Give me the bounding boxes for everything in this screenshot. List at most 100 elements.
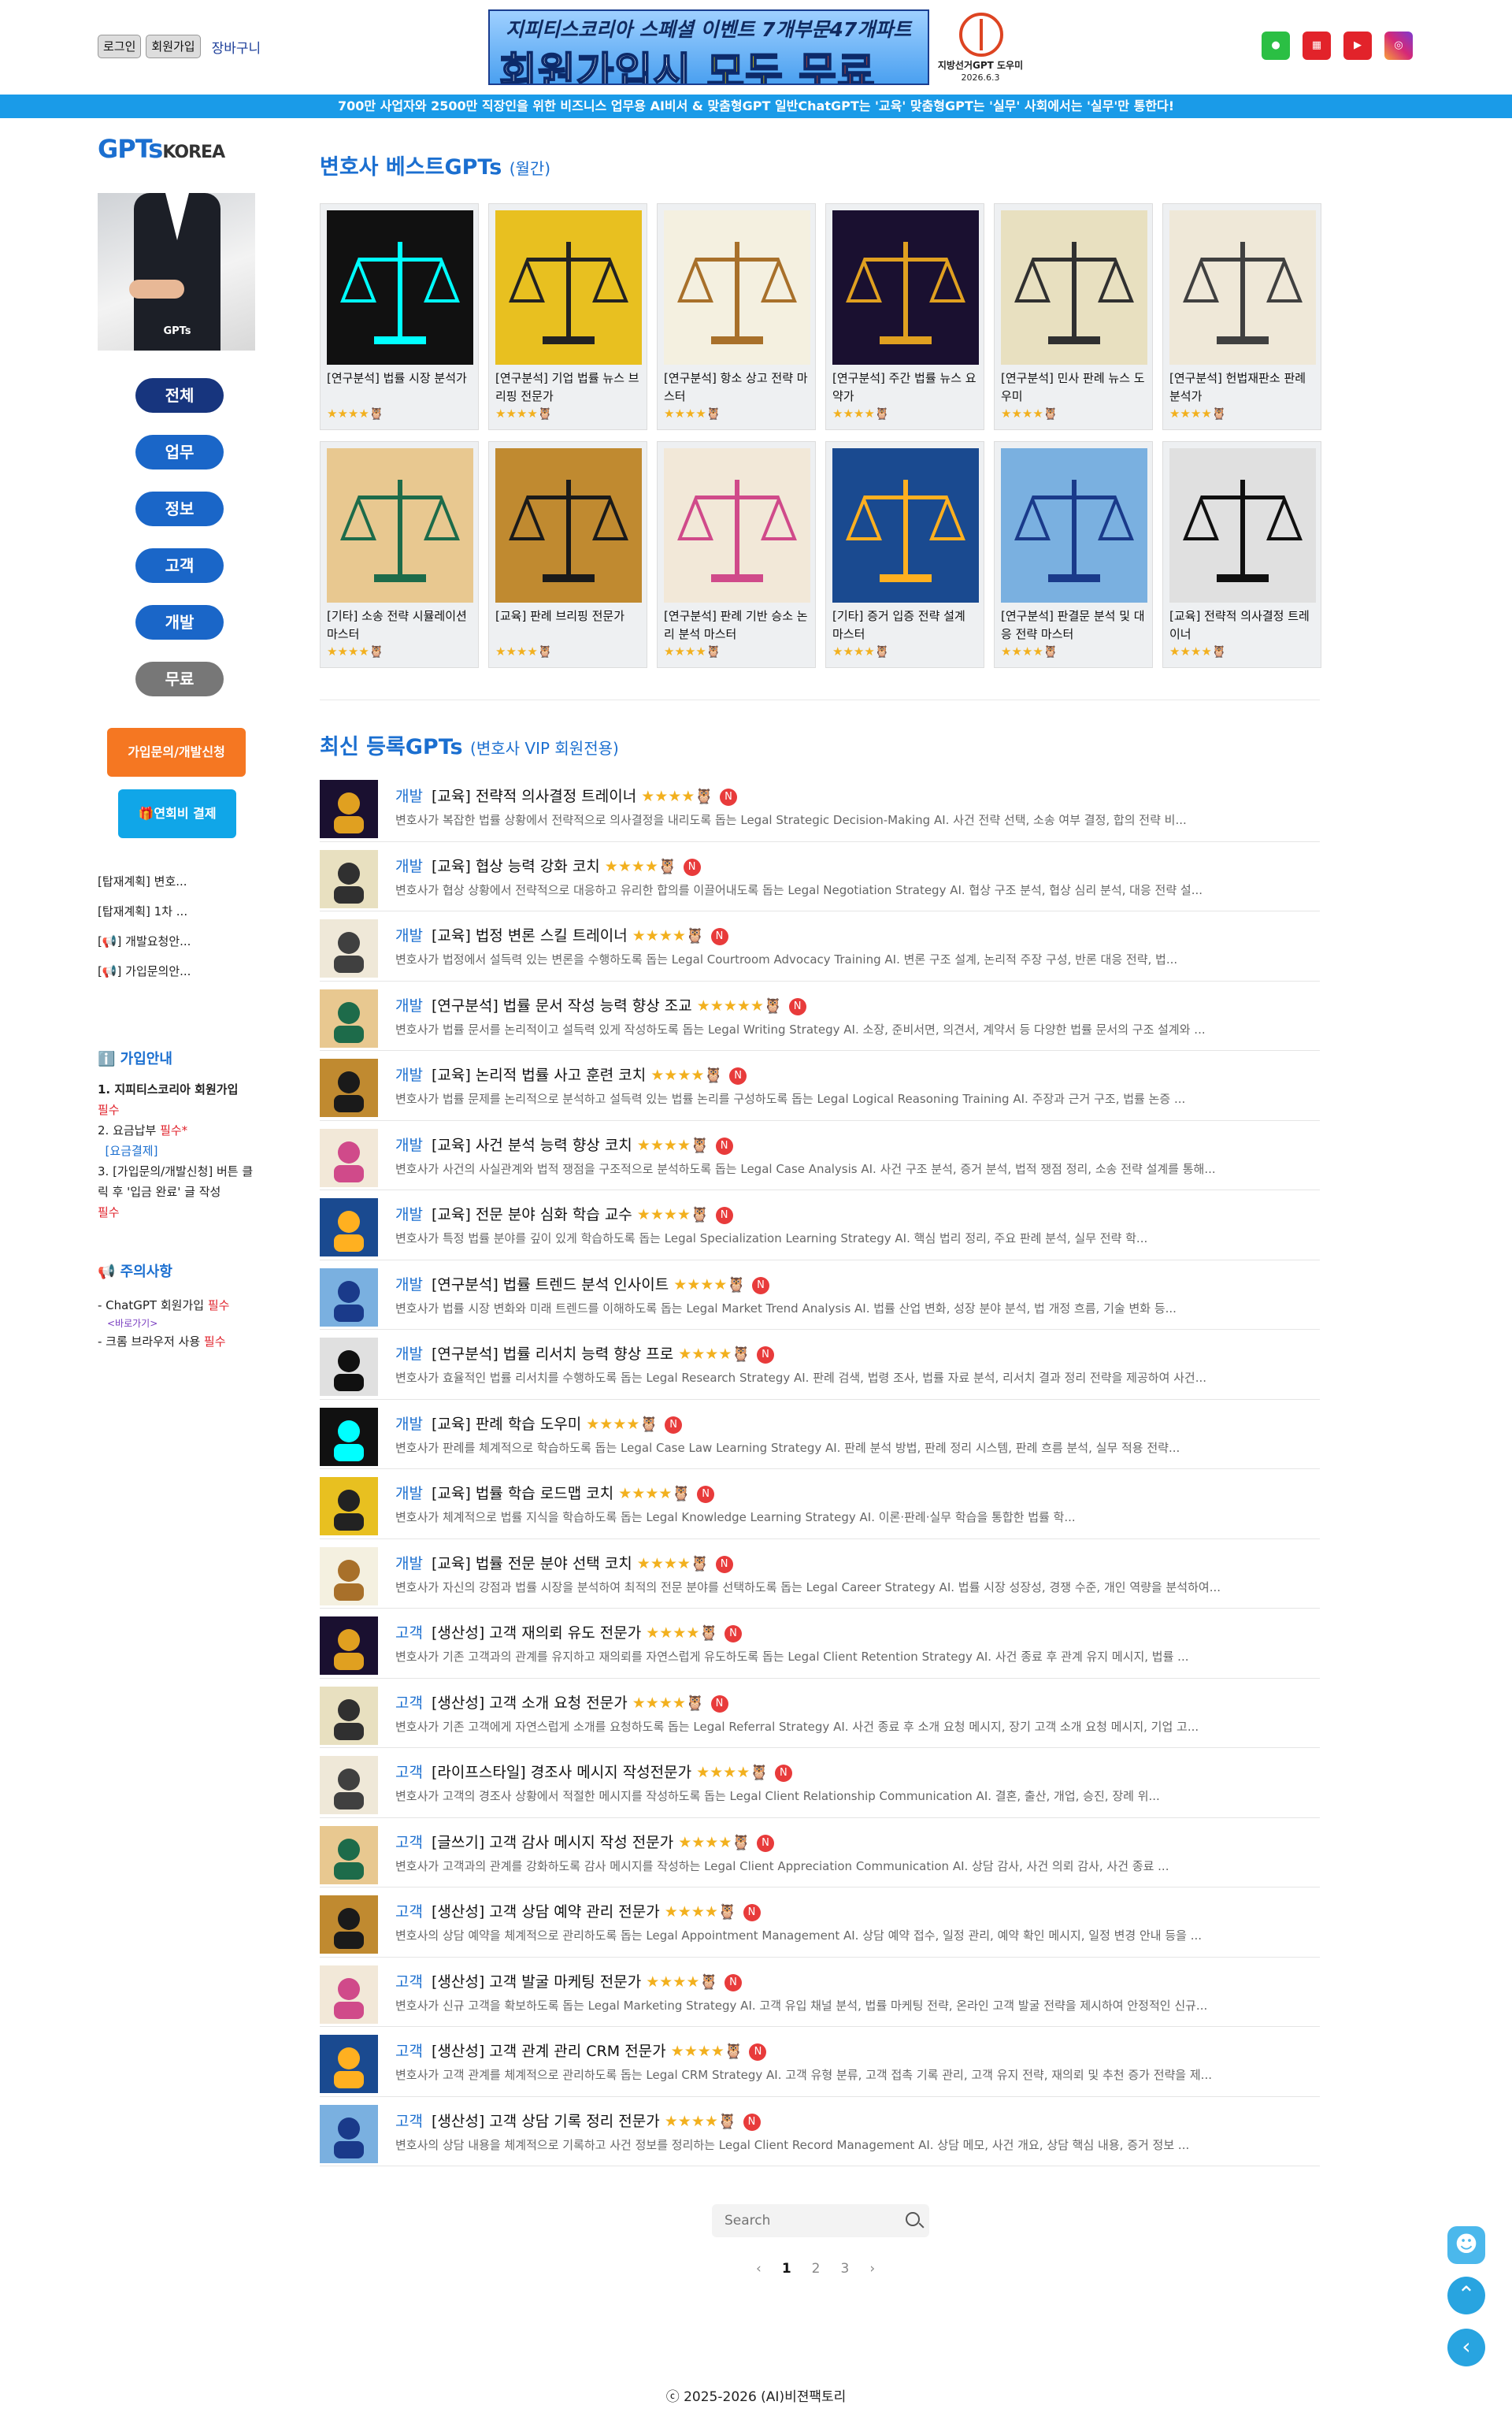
list-item[interactable]: 개발 [교육] 협상 능력 강화 코치 ★★★★🦉 N 변호사가 협상 상황에서 전략적… [320,842,1320,911]
list-item-title[interactable]: [생산성] 고객 상담 기록 정리 전문가 ★★★★🦉 N [432,2110,761,2131]
list-item-title[interactable]: [생산성] 고객 발굴 마케팅 전문가 ★★★★🦉 N [432,1970,743,1991]
list-item-category[interactable]: 개발 [395,924,423,945]
list-item-title[interactable]: [생산성] 고객 재의뢰 유도 전문가 ★★★★🦉 N [432,1621,743,1642]
list-item[interactable]: 고객 [생산성] 고객 소개 요청 전문가 ★★★★🦉 N 변호사가 기존 고객에게 자… [320,1679,1320,1748]
chatbot-icon[interactable]: ☻ [1447,2226,1485,2264]
gpt-card[interactable]: [연구분석] 민사 판례 뉴스 도우미 ★★★★🦉 [994,203,1153,430]
line-icon[interactable]: ● [1262,32,1290,60]
list-item-title[interactable]: [교육] 판례 학습 도우미 ★★★★🦉 N [432,1412,683,1434]
list-item-title[interactable]: [글쓰기] 고객 감사 메시지 작성 전문가 ★★★★🦉 N [432,1831,775,1852]
search-input[interactable] [712,2204,885,2237]
list-item-category[interactable]: 개발 [395,1412,423,1434]
category-work[interactable]: 업무 [135,435,224,470]
list-item[interactable]: 개발 [교육] 전략적 의사결정 트레이너 ★★★★🦉 N 변호사가 복잡한 법률 상황… [320,772,1320,842]
notice-item[interactable]: [📢] 가입문의안... [98,956,255,986]
list-item-category[interactable]: 고객 [395,1970,423,1991]
election-banner[interactable]: 지방선거GPT 도우미 2026.6.3 [937,11,1024,85]
list-item-category[interactable]: 고객 [395,2110,423,2131]
list-item-category[interactable]: 개발 [395,785,423,806]
list-item-title[interactable]: [연구분석] 법률 문서 작성 능력 향상 조교 ★★★★★🦉 N [432,994,806,1015]
list-item-category[interactable]: 고객 [395,1691,423,1713]
list-item[interactable]: 개발 [연구분석] 법률 트렌드 분석 인사이트 ★★★★🦉 N 변호사가 법률 시장 … [320,1260,1320,1330]
list-item[interactable]: 개발 [교육] 법률 전문 분야 선택 코치 ★★★★🦉 N 변호사가 자신의 강점과 … [320,1539,1320,1609]
list-item[interactable]: 개발 [교육] 사건 분석 능력 향상 코치 ★★★★🦉 N 변호사가 사건의 사실관계… [320,1121,1320,1190]
category-all[interactable]: 전체 [135,378,224,413]
list-item-category[interactable]: 고객 [395,1621,423,1642]
pager-page[interactable]: 1 [782,2261,791,2277]
list-item-title[interactable]: [연구분석] 법률 리서치 능력 향상 프로 ★★★★🦉 N [432,1342,775,1364]
list-item-category[interactable]: 개발 [395,1482,423,1503]
list-item-category[interactable]: 개발 [395,1203,423,1224]
list-item[interactable]: 개발 [연구분석] 법률 리서치 능력 향상 프로 ★★★★🦉 N 변호사가 효율적인 … [320,1330,1320,1400]
category-client[interactable]: 고객 [135,548,224,583]
gpt-card[interactable]: [기타] 소송 전략 시뮬레이션 마스터 ★★★★🦉 [320,441,479,668]
list-item-category[interactable]: 개발 [395,1063,423,1085]
scroll-top-icon[interactable]: ⌃ [1447,2277,1485,2314]
category-dev[interactable]: 개발 [135,605,224,640]
list-item[interactable]: 개발 [교육] 법률 학습 로드맵 코치 ★★★★🦉 N 변호사가 체계적으로 법률 지… [320,1469,1320,1539]
list-item[interactable]: 고객 [글쓰기] 고객 감사 메시지 작성 전문가 ★★★★🦉 N 변호사가 고객과의 … [320,1818,1320,1887]
list-item-category[interactable]: 고객 [395,1900,423,1921]
back-icon[interactable]: ‹ [1447,2329,1485,2366]
list-item-category[interactable]: 개발 [395,1342,423,1364]
chatgpt-link[interactable]: <바로가기> [98,1316,263,1331]
list-item-category[interactable]: 개발 [395,994,423,1015]
list-item-title[interactable]: [생산성] 고객 소개 요청 전문가 ★★★★🦉 N [432,1691,728,1713]
list-item[interactable]: 고객 [생산성] 고객 상담 예약 관리 전문가 ★★★★🦉 N 변호사의 상담 예약을… [320,1887,1320,1958]
list-item-title[interactable]: [생산성] 고객 상담 예약 관리 전문가 ★★★★🦉 N [432,1900,761,1921]
list-item[interactable]: 개발 [연구분석] 법률 문서 작성 능력 향상 조교 ★★★★★🦉 N 변호사가 법률… [320,982,1320,1051]
notice-item[interactable]: [📢] 개발요청안... [98,926,255,956]
gpt-card[interactable]: [연구분석] 기업 법률 뉴스 브리핑 전문가 ★★★★🦉 [488,203,647,430]
annual-fee-button[interactable]: 🎁연회비 결제 [118,789,236,838]
cart-link[interactable]: 장바구니 [212,37,261,57]
list-item[interactable]: 개발 [교육] 논리적 법률 사고 훈련 코치 ★★★★🦉 N 변호사가 법률 문제를 … [320,1051,1320,1121]
category-free[interactable]: 무료 [135,662,224,696]
pager-page[interactable]: 3 [840,2261,849,2277]
list-item-title[interactable]: [라이프스타일] 경조사 메시지 작성전문가 ★★★★🦉 N [432,1761,792,1782]
list-item-category[interactable]: 고객 [395,2040,423,2061]
gpt-card[interactable]: [연구분석] 주간 법률 뉴스 요약가 ★★★★🦉 [825,203,984,430]
list-item-category[interactable]: 개발 [395,1134,423,1155]
event-banner[interactable]: 지피티스코리아 스페셜 이벤트 7개부문47개파트 회원가입시 모두 무료 [488,9,929,85]
list-item-category[interactable]: 개발 [395,1552,423,1573]
list-item[interactable]: 개발 [교육] 법정 변론 스킬 트레이너 ★★★★🦉 N 변호사가 법정에서 설득력 … [320,911,1320,982]
gpt-card[interactable]: [연구분석] 항소 상고 전략 마스터 ★★★★🦉 [657,203,816,430]
list-item-title[interactable]: [연구분석] 법률 트렌드 분석 인사이트 ★★★★🦉 N [432,1273,769,1294]
gpt-card[interactable]: [연구분석] 법률 시장 분석가 ★★★★🦉 [320,203,479,430]
list-item[interactable]: 개발 [교육] 전문 분야 심화 학습 교수 ★★★★🦉 N 변호사가 특정 법률 분야… [320,1190,1320,1260]
list-item-title[interactable]: [교육] 전문 분야 심화 학습 교수 ★★★★🦉 N [432,1203,733,1224]
list-item[interactable]: 고객 [라이프스타일] 경조사 메시지 작성전문가 ★★★★🦉 N 변호사가 고객의 경… [320,1748,1320,1818]
login-button[interactable]: 로그인 [98,35,142,58]
pager-prev[interactable]: ‹ [756,2261,762,2277]
gpt-card[interactable]: [기타] 증거 입증 전략 설계 마스터 ★★★★🦉 [825,441,984,668]
gpt-card[interactable]: [교육] 전략적 의사결정 트레이너 ★★★★🦉 [1162,441,1321,668]
signup-button[interactable]: 회원가입 [146,35,201,58]
gpt-card[interactable]: [연구분석] 헌법재판소 판례 분석가 ★★★★🦉 [1162,203,1321,430]
notice-item[interactable]: [탑재계획] 변호... [98,867,255,896]
list-item-title[interactable]: [교육] 사건 분석 능력 향상 코치 ★★★★🦉 N [432,1134,733,1155]
list-item-category[interactable]: 고객 [395,1831,423,1852]
list-item-category[interactable]: 고객 [395,1761,423,1782]
list-item-title[interactable]: [교육] 법률 전문 분야 선택 코치 ★★★★🦉 N [432,1552,733,1573]
search-icon[interactable] [906,2212,920,2226]
list-item[interactable]: 개발 [교육] 판례 학습 도우미 ★★★★🦉 N 변호사가 판례를 체계적으로 학습하… [320,1400,1320,1469]
category-info[interactable]: 정보 [135,492,224,526]
join-inquiry-button[interactable]: 가입문의/개발신청 [107,728,246,777]
list-item-category[interactable]: 개발 [395,855,423,876]
list-item-title[interactable]: [교육] 법정 변론 스킬 트레이너 ★★★★🦉 N [432,924,728,945]
shop-icon[interactable]: ▦ [1303,32,1331,60]
list-item-title[interactable]: [교육] 법률 학습 로드맵 코치 ★★★★🦉 N [432,1482,715,1503]
payment-link[interactable]: [요금결제] [106,1144,158,1158]
list-item-title[interactable]: [교육] 협상 능력 강화 코치 ★★★★🦉 N [432,855,701,876]
pager-next[interactable]: › [869,2261,875,2277]
notice-item[interactable]: [탑재계획] 1차 ... [98,896,255,926]
instagram-icon[interactable]: ◎ [1384,32,1413,60]
youtube-icon[interactable]: ▶ [1343,32,1372,60]
pager-page[interactable]: 2 [812,2261,821,2277]
list-item-title[interactable]: [생산성] 고객 관계 관리 CRM 전문가 ★★★★🦉 N [432,2040,767,2061]
list-item[interactable]: 고객 [생산성] 고객 상담 기록 정리 전문가 ★★★★🦉 N 변호사의 상담 내용을… [320,2097,1320,2166]
list-item-title[interactable]: [교육] 전략적 의사결정 트레이너 ★★★★🦉 N [432,785,737,806]
list-item[interactable]: 고객 [생산성] 고객 발굴 마케팅 전문가 ★★★★🦉 N 변호사가 신규 고객을 확… [320,1958,1320,2027]
list-item-category[interactable]: 개발 [395,1273,423,1294]
gpt-card[interactable]: [교육] 판례 브리핑 전문가 ★★★★🦉 [488,441,647,668]
